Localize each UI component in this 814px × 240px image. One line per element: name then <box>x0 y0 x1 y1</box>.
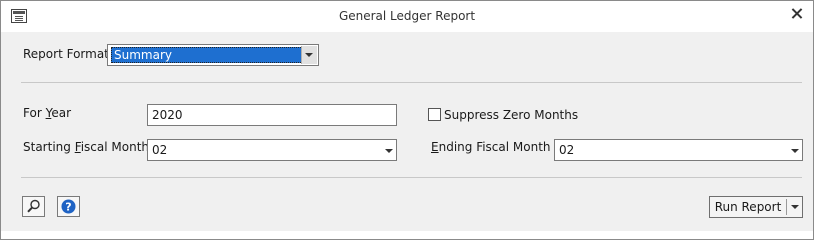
close-icon[interactable] <box>786 4 808 26</box>
separator-top <box>21 82 802 83</box>
starting-fiscal-month-select[interactable]: 02 <box>147 139 397 161</box>
report-window: General Ledger Report Report Format Summ… <box>0 0 814 240</box>
run-report-divider <box>786 199 787 215</box>
help-glyph: ? <box>65 201 71 214</box>
suppress-zero-months-label: Suppress Zero Months <box>444 108 579 122</box>
starting-month-label-pre: Starting <box>23 140 75 154</box>
ending-fiscal-month-value: 02 <box>559 143 575 157</box>
starting-fiscal-month-label: Starting Fiscal Month <box>23 140 149 154</box>
for-year-label-pre: For <box>23 106 46 120</box>
for-year-input[interactable]: 2020 <box>147 104 397 126</box>
for-year-label: For Year <box>23 106 71 120</box>
ending-month-label-post: nding Fiscal Month <box>438 140 551 154</box>
preview-button[interactable] <box>22 196 45 217</box>
help-button[interactable]: ? <box>57 196 80 217</box>
starting-month-label-post: iscal Month <box>80 140 150 154</box>
report-format-value: Summary <box>111 47 303 63</box>
chevron-down-icon[interactable] <box>791 149 799 153</box>
report-format-label: Report Format <box>23 47 109 61</box>
chevron-down-icon[interactable] <box>385 149 393 153</box>
report-format-select[interactable]: Summary <box>107 44 319 66</box>
run-report-button[interactable]: Run Report <box>709 196 803 218</box>
background-strip <box>1 231 813 239</box>
separator-bottom <box>21 177 802 178</box>
report-format-dropdown-button[interactable] <box>301 46 317 64</box>
suppress-zero-months-checkbox[interactable] <box>428 108 441 121</box>
ending-month-label-accel: E <box>431 140 439 154</box>
help-icon: ? <box>61 199 76 214</box>
run-report-label: Run Report <box>714 200 782 214</box>
ending-fiscal-month-select[interactable]: 02 <box>554 139 803 161</box>
starting-fiscal-month-value: 02 <box>152 143 168 157</box>
title-bar: General Ledger Report <box>1 1 813 32</box>
magnifier-icon <box>27 199 40 213</box>
chevron-down-icon <box>305 53 313 57</box>
for-year-label-post: ear <box>51 106 71 120</box>
chevron-down-icon[interactable] <box>791 205 799 209</box>
ending-fiscal-month-label: Ending Fiscal Month <box>431 140 551 154</box>
window-title: General Ledger Report <box>338 9 476 23</box>
